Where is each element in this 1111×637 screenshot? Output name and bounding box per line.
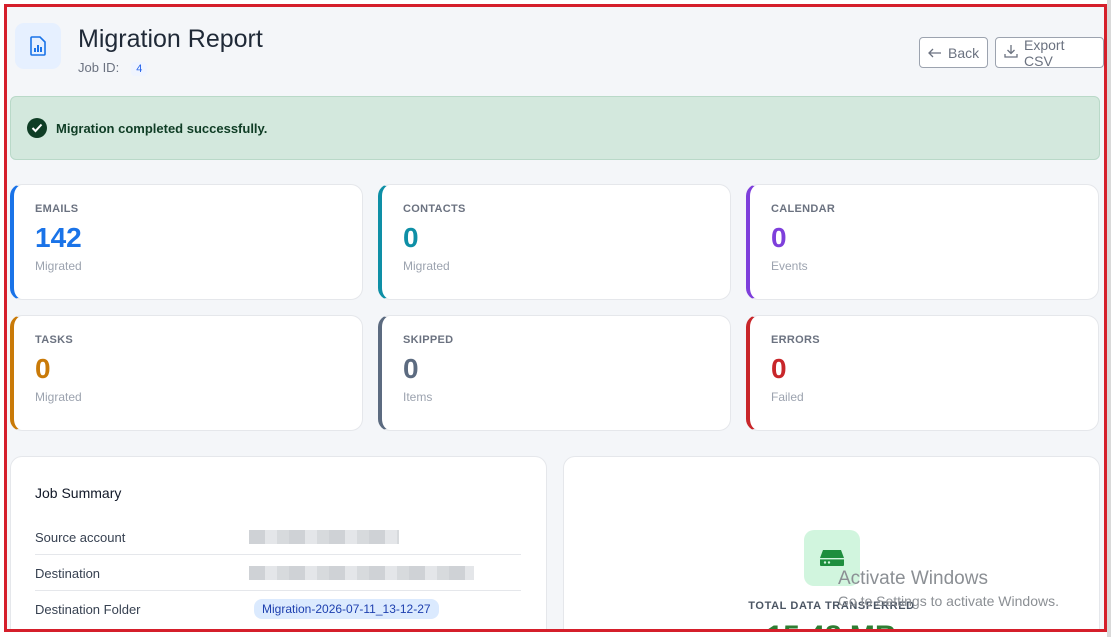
total-data-value: 15.48 MB: [564, 620, 1099, 629]
stat-caption: Migrated: [403, 259, 450, 273]
summary-row-source: Source account: [35, 519, 521, 555]
page-header: Migration Report Job ID: 4 Back Export CS…: [13, 17, 1104, 85]
job-id: Job ID: 4: [78, 60, 148, 76]
check-circle-icon: [27, 118, 47, 138]
back-button-label: Back: [948, 44, 980, 61]
stat-value: 0: [35, 353, 51, 384]
stat-label: SKIPPED: [403, 334, 454, 346]
stat-label: ERRORS: [771, 334, 820, 346]
success-alert: Migration completed successfully.: [10, 96, 1100, 160]
stat-caption: Events: [771, 259, 808, 273]
summary-key: Source account: [35, 529, 126, 545]
vertical-scrollbar[interactable]: [1107, 0, 1111, 637]
stat-value: 0: [403, 353, 419, 384]
summary-key: Destination Folder: [35, 601, 141, 617]
stat-card-tasks: TASKS 0 Migrated: [10, 315, 363, 431]
job-summary-panel: Job Summary Source account Destination D…: [10, 456, 547, 629]
page-title: Migration Report: [78, 25, 263, 53]
redacted-destination: [249, 566, 474, 580]
job-summary-title: Job Summary: [35, 485, 122, 501]
stat-label: CONTACTS: [403, 203, 466, 215]
stat-value: 0: [771, 222, 787, 253]
hard-drive-icon: [804, 530, 860, 586]
summary-row-destination-folder: Destination Folder Migration-2026-07-11_…: [35, 591, 521, 627]
stat-caption: Failed: [771, 390, 804, 404]
data-transferred-panel: TOTAL DATA TRANSFERRED 15.48 MB: [563, 456, 1100, 629]
summary-key: Destination: [35, 565, 101, 581]
job-id-label: Job ID:: [78, 60, 120, 75]
stat-value: 142: [35, 222, 82, 253]
stat-caption: Items: [403, 390, 433, 404]
stat-card-skipped: SKIPPED 0 Items: [378, 315, 731, 431]
report-page: Migration Report Job ID: 4 Back Export CS…: [4, 4, 1107, 632]
total-data-label: TOTAL DATA TRANSFERRED: [748, 600, 915, 612]
stat-value: 0: [771, 353, 787, 384]
export-csv-button[interactable]: Export CSV: [995, 36, 1104, 69]
stat-card-emails: EMAILS 142 Migrated: [10, 184, 363, 300]
success-message: Migration completed successfully.: [56, 120, 268, 136]
stat-label: CALENDAR: [771, 203, 836, 215]
download-icon: [1004, 44, 1018, 61]
job-id-value: 4: [131, 62, 148, 76]
back-button[interactable]: Back: [919, 37, 988, 68]
summary-row-destination: Destination: [35, 555, 521, 591]
stat-caption: Migrated: [35, 390, 82, 404]
stat-value: 0: [403, 222, 419, 253]
stat-label: TASKS: [35, 334, 73, 346]
arrow-left-icon: [928, 45, 942, 61]
stat-label: EMAILS: [35, 203, 79, 215]
report-chart-icon: [15, 23, 61, 69]
redacted-source-account: [249, 530, 399, 544]
stat-card-errors: ERRORS 0 Failed: [746, 315, 1099, 431]
stat-caption: Migrated: [35, 259, 82, 273]
export-csv-label: Export CSV: [1024, 36, 1065, 69]
destination-folder-badge: Migration-2026-07-11_13-12-27: [254, 599, 439, 619]
stat-card-contacts: CONTACTS 0 Migrated: [378, 184, 731, 300]
stat-card-calendar: CALENDAR 0 Events: [746, 184, 1099, 300]
